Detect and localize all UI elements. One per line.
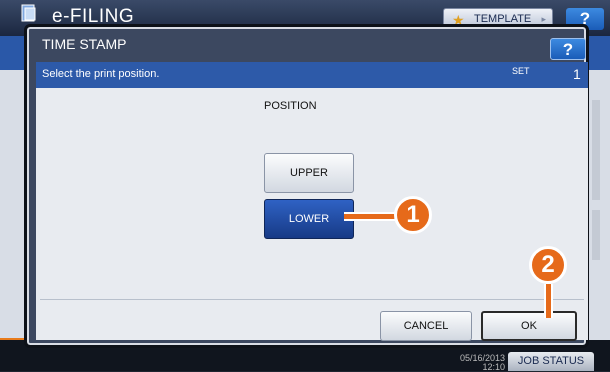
position-section-label: POSITION — [264, 100, 317, 112]
scrollbar-track[interactable] — [592, 100, 600, 200]
divider — [40, 299, 584, 300]
instruction-text: Select the print position. — [42, 68, 160, 80]
ok-button[interactable]: OK — [481, 311, 577, 341]
scrollbar-track[interactable] — [592, 210, 600, 260]
step-callout-2: 2 — [529, 246, 567, 284]
dialog-help-button[interactable]: ? — [550, 38, 586, 60]
set-count: 1 — [573, 66, 581, 82]
clock: 05/16/2013 12:10 — [447, 354, 505, 372]
callout-connector — [344, 212, 398, 221]
lower-position-button[interactable]: LOWER — [264, 199, 354, 239]
job-status-button[interactable]: JOB STATUS — [508, 352, 594, 371]
step-callout-1: 1 — [394, 196, 432, 234]
set-label: SET — [512, 66, 530, 76]
dialog-title: TIME STAMP — [42, 36, 127, 52]
callout-connector — [544, 284, 553, 318]
efiling-app-icon — [21, 4, 36, 22]
cancel-button[interactable]: CANCEL — [380, 311, 472, 341]
upper-position-button[interactable]: UPPER — [264, 153, 354, 193]
